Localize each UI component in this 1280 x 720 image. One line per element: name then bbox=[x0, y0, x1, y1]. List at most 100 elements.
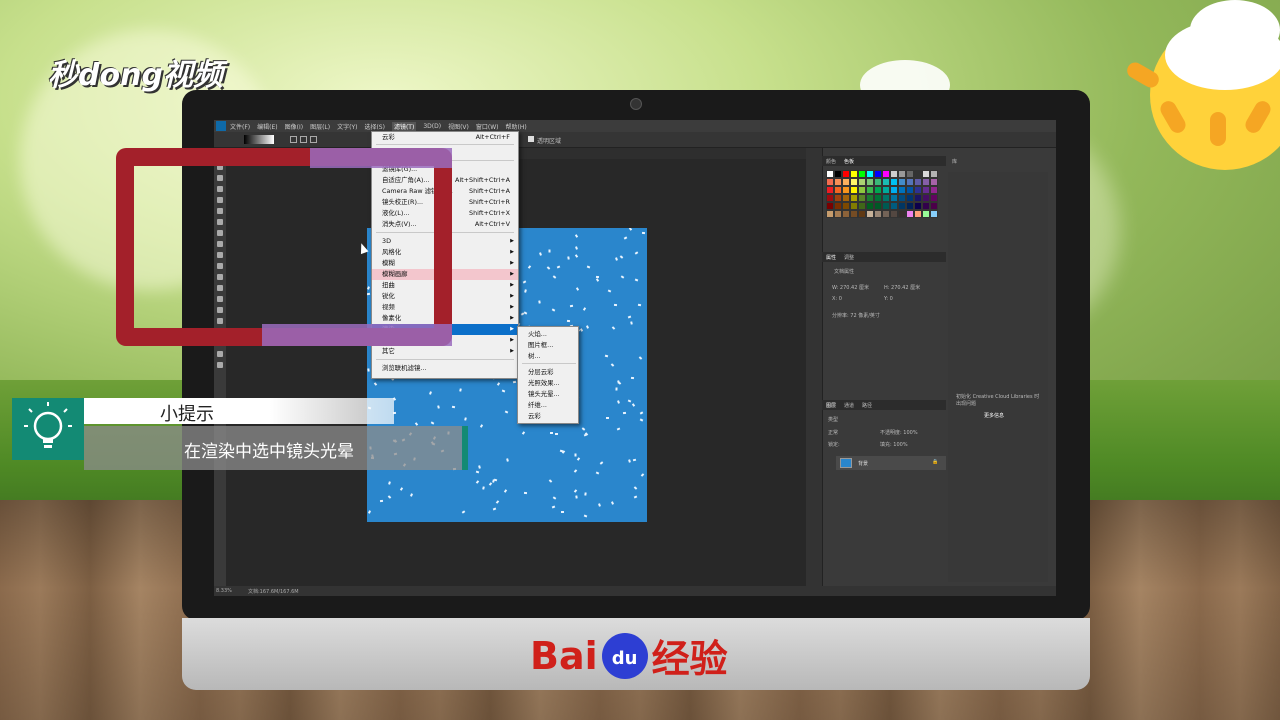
menu-edit[interactable]: 编辑(E) bbox=[257, 122, 277, 131]
render-submenu-item[interactable]: 分层云彩 bbox=[518, 367, 578, 378]
menu-layer[interactable]: 图层(L) bbox=[310, 122, 330, 131]
swatch-cell[interactable] bbox=[834, 194, 842, 202]
tab-layers[interactable]: 图层 bbox=[826, 402, 836, 409]
menu-help[interactable]: 帮助(H) bbox=[506, 122, 527, 131]
menu-image[interactable]: 图像(I) bbox=[285, 122, 303, 131]
swatch-cell[interactable] bbox=[850, 170, 858, 178]
swatch-cell[interactable] bbox=[930, 170, 938, 178]
swatch-cell[interactable] bbox=[834, 186, 842, 194]
swatch-cell[interactable] bbox=[930, 210, 938, 218]
gradient-type-icon[interactable] bbox=[310, 136, 317, 143]
swatch-cell[interactable] bbox=[882, 186, 890, 194]
menu-3d[interactable]: 3D(D) bbox=[423, 123, 441, 130]
swatch-cell[interactable] bbox=[826, 170, 834, 178]
tab-paths[interactable]: 路径 bbox=[862, 402, 872, 409]
swatch-cell[interactable] bbox=[930, 194, 938, 202]
swatch-cell[interactable] bbox=[914, 194, 922, 202]
swatch-cell[interactable] bbox=[890, 186, 898, 194]
swatch-cell[interactable] bbox=[922, 178, 930, 186]
swatch-cell[interactable] bbox=[882, 194, 890, 202]
swatch-cell[interactable] bbox=[914, 210, 922, 218]
swatch-cell[interactable] bbox=[898, 178, 906, 186]
swatch-cell[interactable] bbox=[906, 194, 914, 202]
swatch-cell[interactable] bbox=[922, 202, 930, 210]
swatch-cell[interactable] bbox=[898, 210, 906, 218]
swatch-cell[interactable] bbox=[842, 186, 850, 194]
swatch-cell[interactable] bbox=[882, 178, 890, 186]
swatch-cell[interactable] bbox=[898, 186, 906, 194]
swatch-cell[interactable] bbox=[906, 202, 914, 210]
swatch-cell[interactable] bbox=[890, 170, 898, 178]
swatch-cell[interactable] bbox=[874, 178, 882, 186]
zoom-tool-icon[interactable] bbox=[217, 362, 223, 368]
swatch-cell[interactable] bbox=[866, 186, 874, 194]
layer-row-background[interactable]: 背景 🔒 bbox=[836, 456, 946, 470]
swatch-cell[interactable] bbox=[922, 194, 930, 202]
swatch-cell[interactable] bbox=[906, 210, 914, 218]
swatch-cell[interactable] bbox=[866, 210, 874, 218]
swatch-cell[interactable] bbox=[882, 170, 890, 178]
tab-color[interactable]: 颜色 bbox=[826, 158, 836, 165]
swatch-cell[interactable] bbox=[882, 202, 890, 210]
swatch-cell[interactable] bbox=[858, 178, 866, 186]
render-submenu-item[interactable]: 火焰... bbox=[518, 329, 578, 340]
swatch-cell[interactable] bbox=[842, 170, 850, 178]
swatch-cell[interactable] bbox=[906, 186, 914, 194]
swatch-cell[interactable] bbox=[898, 170, 906, 178]
swatch-cell[interactable] bbox=[858, 186, 866, 194]
swatch-cell[interactable] bbox=[858, 194, 866, 202]
menu-type[interactable]: 文字(Y) bbox=[337, 122, 357, 131]
swatch-cell[interactable] bbox=[866, 202, 874, 210]
swatch-cell[interactable] bbox=[850, 202, 858, 210]
swatch-cell[interactable] bbox=[914, 170, 922, 178]
swatch-cell[interactable] bbox=[914, 202, 922, 210]
swatch-cell[interactable] bbox=[826, 178, 834, 186]
menu-file[interactable]: 文件(F) bbox=[230, 122, 250, 131]
swatch-cell[interactable] bbox=[850, 186, 858, 194]
swatch-cell[interactable] bbox=[890, 210, 898, 218]
tab-adjustments[interactable]: 调整 bbox=[844, 254, 854, 261]
swatch-cell[interactable] bbox=[874, 202, 882, 210]
swatch-cell[interactable] bbox=[874, 194, 882, 202]
swatch-cell[interactable] bbox=[882, 210, 890, 218]
swatch-cell[interactable] bbox=[834, 202, 842, 210]
swatch-cell[interactable] bbox=[842, 210, 850, 218]
menu-view[interactable]: 视图(V) bbox=[448, 122, 469, 131]
swatch-cell[interactable] bbox=[858, 210, 866, 218]
gradient-preview[interactable] bbox=[244, 135, 274, 144]
swatch-cell[interactable] bbox=[842, 194, 850, 202]
swatch-cell[interactable] bbox=[834, 210, 842, 218]
swatch-cell[interactable] bbox=[826, 194, 834, 202]
swatch-cell[interactable] bbox=[898, 202, 906, 210]
swatch-cell[interactable] bbox=[922, 210, 930, 218]
swatch-cell[interactable] bbox=[922, 186, 930, 194]
render-submenu-item[interactable]: 镜头光晕... bbox=[518, 389, 578, 400]
swatch-cell[interactable] bbox=[890, 178, 898, 186]
hand-tool-icon[interactable] bbox=[217, 351, 223, 357]
render-submenu-item[interactable]: 光照效果... bbox=[518, 378, 578, 389]
menu-filter[interactable]: 滤镜(T) bbox=[391, 121, 417, 131]
tab-properties[interactable]: 属性 bbox=[826, 254, 836, 261]
swatch-cell[interactable] bbox=[850, 194, 858, 202]
swatch-cell[interactable] bbox=[826, 210, 834, 218]
filter-menu-item[interactable]: 云彩 Alt+Ctrl+F bbox=[372, 132, 518, 143]
swatch-cell[interactable] bbox=[850, 178, 858, 186]
blend-mode-select[interactable]: 正常 bbox=[828, 429, 838, 436]
swatch-cell[interactable] bbox=[930, 202, 938, 210]
swatch-cell[interactable] bbox=[906, 170, 914, 178]
swatch-cell[interactable] bbox=[834, 170, 842, 178]
zoom-level[interactable]: 8.33% bbox=[216, 588, 232, 594]
swatch-cell[interactable] bbox=[898, 194, 906, 202]
menu-select[interactable]: 选择(S) bbox=[364, 122, 385, 131]
tab-swatches[interactable]: 色板 bbox=[844, 158, 854, 165]
swatch-cell[interactable] bbox=[922, 170, 930, 178]
filter-menu-item[interactable]: 浏览联机滤镜... bbox=[372, 363, 518, 374]
swatch-cell[interactable] bbox=[874, 186, 882, 194]
tab-libraries[interactable]: 库 bbox=[952, 158, 957, 165]
layer-kind-filter[interactable]: 类型 bbox=[828, 416, 838, 423]
swatch-cell[interactable] bbox=[930, 186, 938, 194]
render-submenu-item[interactable]: 图片框... bbox=[518, 340, 578, 351]
swatch-cell[interactable] bbox=[858, 170, 866, 178]
swatch-cell[interactable] bbox=[866, 178, 874, 186]
swatch-cell[interactable] bbox=[914, 186, 922, 194]
